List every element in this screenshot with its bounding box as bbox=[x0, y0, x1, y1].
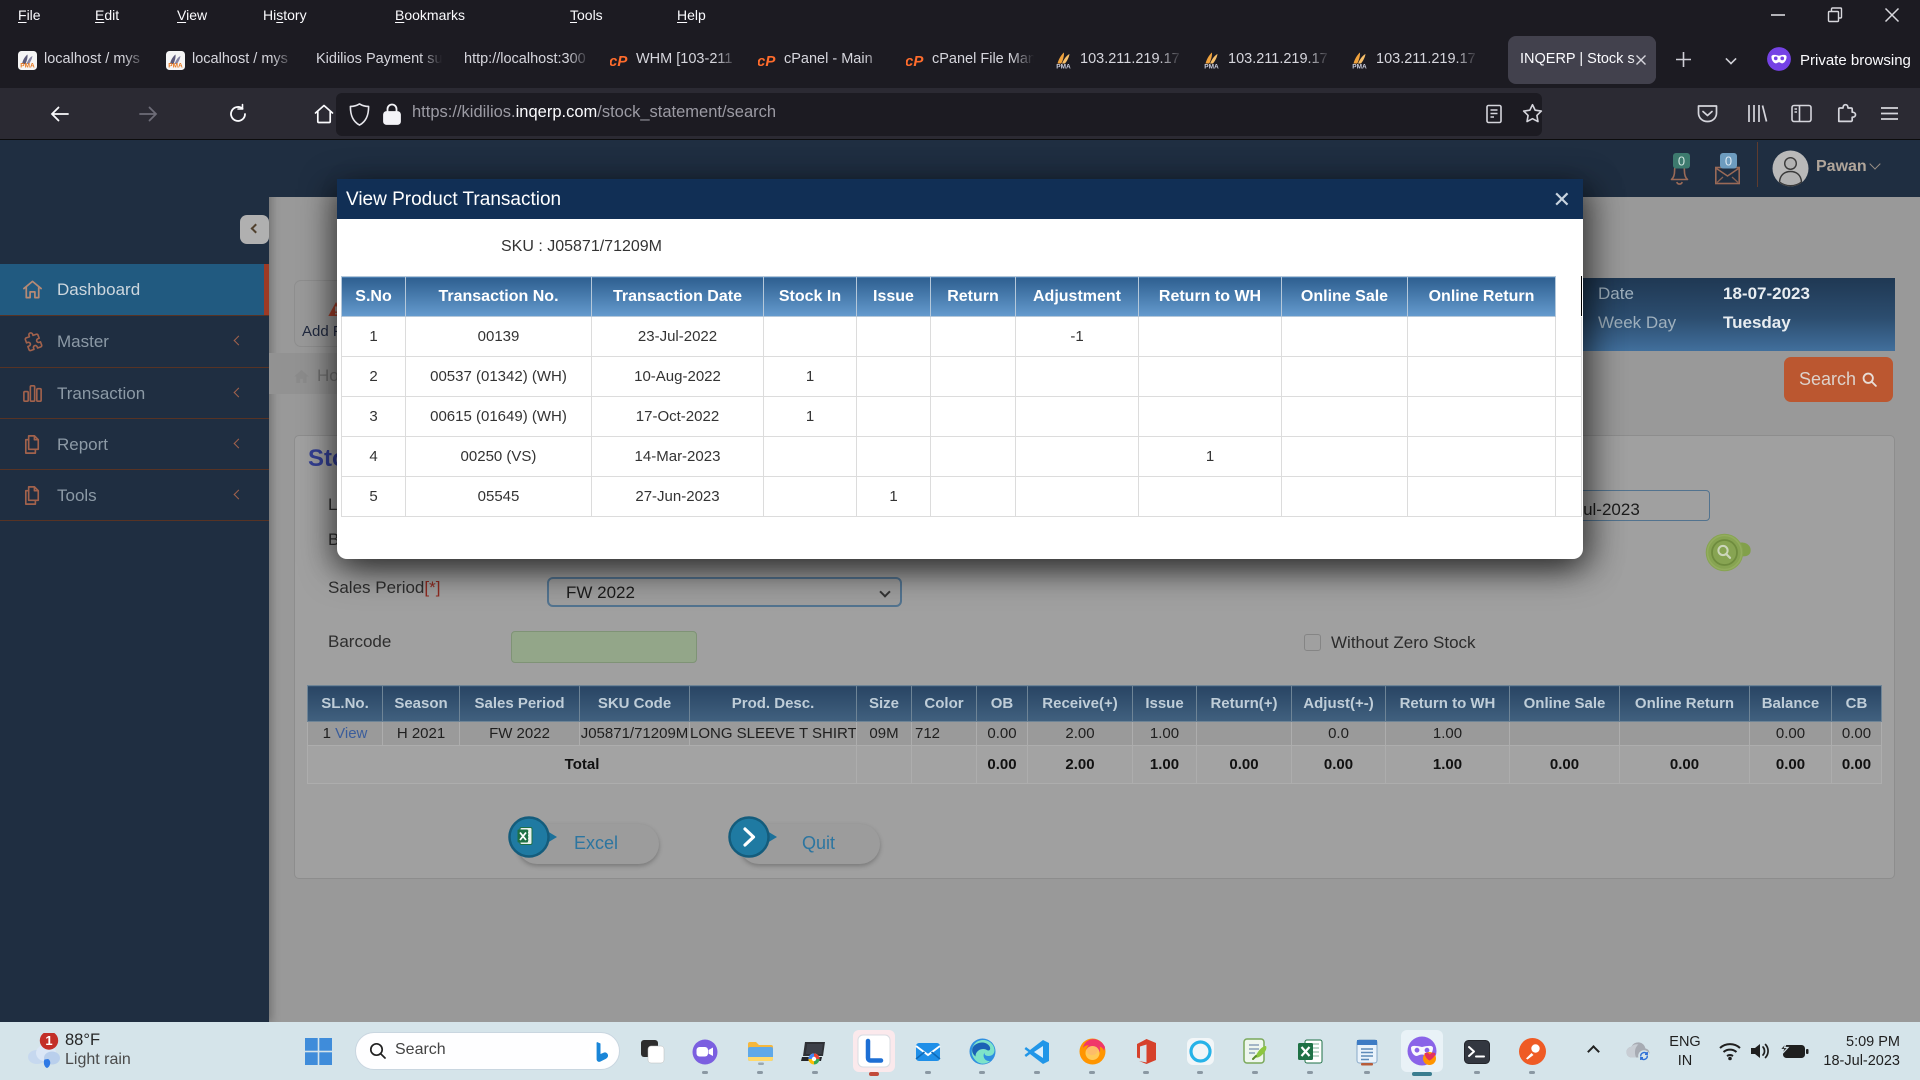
svg-text:PMA: PMA bbox=[1352, 64, 1367, 71]
svg-text:cP: cP bbox=[906, 53, 924, 70]
svg-text:PMA: PMA bbox=[1056, 64, 1071, 71]
svg-text:1: 1 bbox=[45, 1033, 52, 1048]
svg-text:PMA: PMA bbox=[168, 63, 183, 70]
svg-text:0: 0 bbox=[1725, 154, 1732, 169]
svg-text:cP: cP bbox=[758, 53, 776, 70]
svg-text:PMA: PMA bbox=[1204, 64, 1219, 71]
svg-text:PMA: PMA bbox=[20, 63, 35, 70]
svg-text:cP: cP bbox=[610, 53, 628, 70]
svg-text:0: 0 bbox=[1678, 154, 1685, 169]
